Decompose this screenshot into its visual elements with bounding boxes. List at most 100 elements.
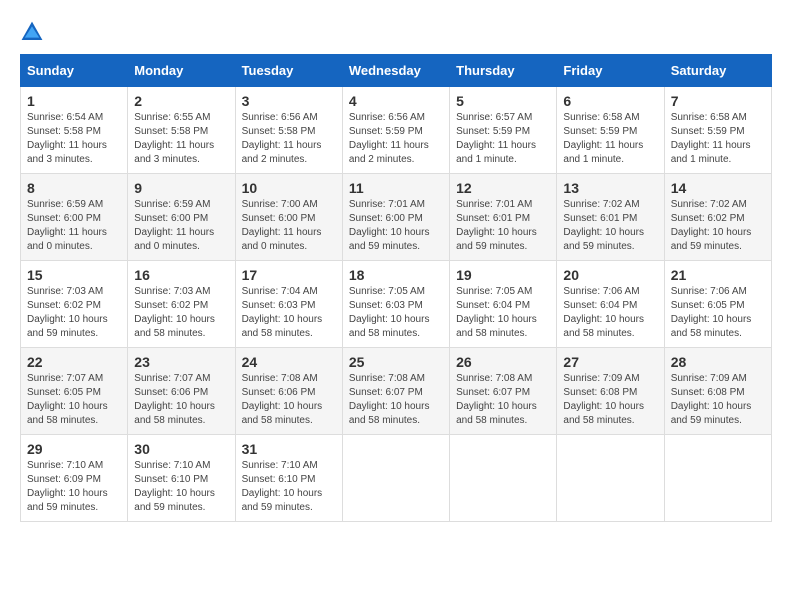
day-info: Sunrise: 7:08 AM Sunset: 6:06 PM Dayligh…: [242, 372, 336, 428]
calendar-cell: 9 Sunrise: 6:59 AM Sunset: 6:00 PM Dayli…: [128, 174, 235, 261]
calendar-cell: 31 Sunrise: 7:10 AM Sunset: 6:10 PM Dayl…: [235, 435, 342, 522]
day-info: Sunrise: 7:08 AM Sunset: 6:07 PM Dayligh…: [349, 372, 443, 428]
header-day-thursday: Thursday: [450, 55, 557, 87]
day-info: Sunrise: 7:06 AM Sunset: 6:04 PM Dayligh…: [563, 285, 657, 341]
calendar-cell: 19 Sunrise: 7:05 AM Sunset: 6:04 PM Dayl…: [450, 261, 557, 348]
calendar-cell: 4 Sunrise: 6:56 AM Sunset: 5:59 PM Dayli…: [342, 87, 449, 174]
calendar-cell: [557, 435, 664, 522]
calendar-cell: 15 Sunrise: 7:03 AM Sunset: 6:02 PM Dayl…: [21, 261, 128, 348]
calendar-cell: 27 Sunrise: 7:09 AM Sunset: 6:08 PM Dayl…: [557, 348, 664, 435]
calendar-cell: 14 Sunrise: 7:02 AM Sunset: 6:02 PM Dayl…: [664, 174, 771, 261]
day-number: 21: [671, 267, 765, 283]
day-info: Sunrise: 6:58 AM Sunset: 5:59 PM Dayligh…: [563, 111, 657, 167]
calendar-table: SundayMondayTuesdayWednesdayThursdayFrid…: [20, 54, 772, 522]
calendar-week-row: 8 Sunrise: 6:59 AM Sunset: 6:00 PM Dayli…: [21, 174, 772, 261]
calendar-cell: 2 Sunrise: 6:55 AM Sunset: 5:58 PM Dayli…: [128, 87, 235, 174]
day-info: Sunrise: 7:02 AM Sunset: 6:02 PM Dayligh…: [671, 198, 765, 254]
day-number: 7: [671, 93, 765, 109]
day-number: 9: [134, 180, 228, 196]
day-number: 14: [671, 180, 765, 196]
day-info: Sunrise: 7:09 AM Sunset: 6:08 PM Dayligh…: [563, 372, 657, 428]
day-info: Sunrise: 6:59 AM Sunset: 6:00 PM Dayligh…: [27, 198, 121, 254]
calendar-cell: 1 Sunrise: 6:54 AM Sunset: 5:58 PM Dayli…: [21, 87, 128, 174]
calendar-cell: 21 Sunrise: 7:06 AM Sunset: 6:05 PM Dayl…: [664, 261, 771, 348]
calendar-week-row: 29 Sunrise: 7:10 AM Sunset: 6:09 PM Dayl…: [21, 435, 772, 522]
day-number: 30: [134, 441, 228, 457]
day-number: 15: [27, 267, 121, 283]
calendar-cell: 29 Sunrise: 7:10 AM Sunset: 6:09 PM Dayl…: [21, 435, 128, 522]
calendar-cell: 20 Sunrise: 7:06 AM Sunset: 6:04 PM Dayl…: [557, 261, 664, 348]
calendar-cell: 13 Sunrise: 7:02 AM Sunset: 6:01 PM Dayl…: [557, 174, 664, 261]
day-number: 3: [242, 93, 336, 109]
day-info: Sunrise: 7:10 AM Sunset: 6:10 PM Dayligh…: [242, 459, 336, 515]
day-info: Sunrise: 7:01 AM Sunset: 6:01 PM Dayligh…: [456, 198, 550, 254]
page-header: [20, 20, 772, 44]
calendar-cell: [342, 435, 449, 522]
calendar-cell: 30 Sunrise: 7:10 AM Sunset: 6:10 PM Dayl…: [128, 435, 235, 522]
header-day-sunday: Sunday: [21, 55, 128, 87]
logo-icon: [20, 20, 44, 44]
day-info: Sunrise: 6:55 AM Sunset: 5:58 PM Dayligh…: [134, 111, 228, 167]
day-info: Sunrise: 7:10 AM Sunset: 6:09 PM Dayligh…: [27, 459, 121, 515]
header-day-friday: Friday: [557, 55, 664, 87]
day-info: Sunrise: 7:08 AM Sunset: 6:07 PM Dayligh…: [456, 372, 550, 428]
day-info: Sunrise: 6:58 AM Sunset: 5:59 PM Dayligh…: [671, 111, 765, 167]
day-info: Sunrise: 7:07 AM Sunset: 6:05 PM Dayligh…: [27, 372, 121, 428]
calendar-week-row: 15 Sunrise: 7:03 AM Sunset: 6:02 PM Dayl…: [21, 261, 772, 348]
day-info: Sunrise: 7:05 AM Sunset: 6:04 PM Dayligh…: [456, 285, 550, 341]
day-info: Sunrise: 7:07 AM Sunset: 6:06 PM Dayligh…: [134, 372, 228, 428]
calendar-cell: 25 Sunrise: 7:08 AM Sunset: 6:07 PM Dayl…: [342, 348, 449, 435]
day-number: 22: [27, 354, 121, 370]
calendar-cell: 8 Sunrise: 6:59 AM Sunset: 6:00 PM Dayli…: [21, 174, 128, 261]
day-number: 11: [349, 180, 443, 196]
day-number: 5: [456, 93, 550, 109]
calendar-cell: 16 Sunrise: 7:03 AM Sunset: 6:02 PM Dayl…: [128, 261, 235, 348]
day-info: Sunrise: 7:04 AM Sunset: 6:03 PM Dayligh…: [242, 285, 336, 341]
calendar-week-row: 1 Sunrise: 6:54 AM Sunset: 5:58 PM Dayli…: [21, 87, 772, 174]
day-number: 1: [27, 93, 121, 109]
calendar-week-row: 22 Sunrise: 7:07 AM Sunset: 6:05 PM Dayl…: [21, 348, 772, 435]
day-number: 4: [349, 93, 443, 109]
calendar-cell: 6 Sunrise: 6:58 AM Sunset: 5:59 PM Dayli…: [557, 87, 664, 174]
day-number: 16: [134, 267, 228, 283]
calendar-cell: [450, 435, 557, 522]
calendar-cell: 22 Sunrise: 7:07 AM Sunset: 6:05 PM Dayl…: [21, 348, 128, 435]
day-info: Sunrise: 6:56 AM Sunset: 5:58 PM Dayligh…: [242, 111, 336, 167]
calendar-cell: 7 Sunrise: 6:58 AM Sunset: 5:59 PM Dayli…: [664, 87, 771, 174]
day-info: Sunrise: 7:00 AM Sunset: 6:00 PM Dayligh…: [242, 198, 336, 254]
day-number: 13: [563, 180, 657, 196]
day-number: 18: [349, 267, 443, 283]
day-info: Sunrise: 6:59 AM Sunset: 6:00 PM Dayligh…: [134, 198, 228, 254]
day-info: Sunrise: 7:03 AM Sunset: 6:02 PM Dayligh…: [27, 285, 121, 341]
calendar-cell: 23 Sunrise: 7:07 AM Sunset: 6:06 PM Dayl…: [128, 348, 235, 435]
day-number: 19: [456, 267, 550, 283]
day-info: Sunrise: 7:02 AM Sunset: 6:01 PM Dayligh…: [563, 198, 657, 254]
day-info: Sunrise: 6:54 AM Sunset: 5:58 PM Dayligh…: [27, 111, 121, 167]
calendar-cell: 11 Sunrise: 7:01 AM Sunset: 6:00 PM Dayl…: [342, 174, 449, 261]
day-number: 24: [242, 354, 336, 370]
day-info: Sunrise: 7:10 AM Sunset: 6:10 PM Dayligh…: [134, 459, 228, 515]
day-number: 27: [563, 354, 657, 370]
calendar-cell: 12 Sunrise: 7:01 AM Sunset: 6:01 PM Dayl…: [450, 174, 557, 261]
calendar-cell: 10 Sunrise: 7:00 AM Sunset: 6:00 PM Dayl…: [235, 174, 342, 261]
day-number: 23: [134, 354, 228, 370]
header-day-saturday: Saturday: [664, 55, 771, 87]
day-number: 26: [456, 354, 550, 370]
day-number: 20: [563, 267, 657, 283]
day-number: 8: [27, 180, 121, 196]
day-info: Sunrise: 7:01 AM Sunset: 6:00 PM Dayligh…: [349, 198, 443, 254]
day-info: Sunrise: 6:56 AM Sunset: 5:59 PM Dayligh…: [349, 111, 443, 167]
header-day-tuesday: Tuesday: [235, 55, 342, 87]
calendar-cell: [664, 435, 771, 522]
day-info: Sunrise: 7:03 AM Sunset: 6:02 PM Dayligh…: [134, 285, 228, 341]
day-number: 10: [242, 180, 336, 196]
logo: [20, 20, 48, 44]
calendar-cell: 18 Sunrise: 7:05 AM Sunset: 6:03 PM Dayl…: [342, 261, 449, 348]
day-info: Sunrise: 7:09 AM Sunset: 6:08 PM Dayligh…: [671, 372, 765, 428]
calendar-header-row: SundayMondayTuesdayWednesdayThursdayFrid…: [21, 55, 772, 87]
calendar-cell: 24 Sunrise: 7:08 AM Sunset: 6:06 PM Dayl…: [235, 348, 342, 435]
calendar-cell: 17 Sunrise: 7:04 AM Sunset: 6:03 PM Dayl…: [235, 261, 342, 348]
calendar-cell: 26 Sunrise: 7:08 AM Sunset: 6:07 PM Dayl…: [450, 348, 557, 435]
day-number: 6: [563, 93, 657, 109]
day-number: 2: [134, 93, 228, 109]
